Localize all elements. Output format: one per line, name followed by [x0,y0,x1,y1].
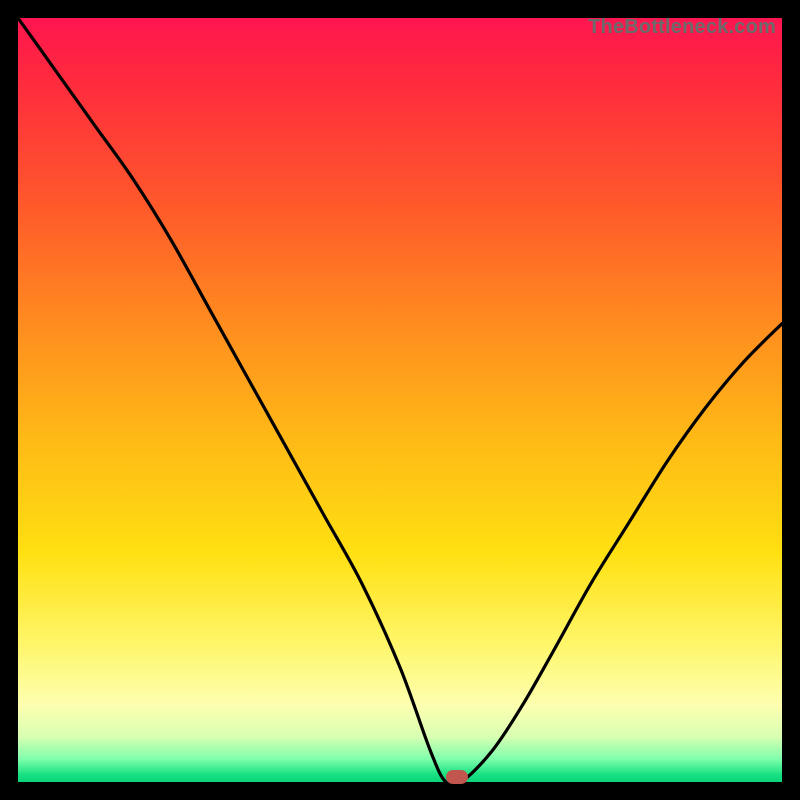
watermark-label: TheBottleneck.com [588,16,776,39]
chart-frame: TheBottleneck.com [18,18,782,782]
plot-area [18,18,782,782]
bottleneck-curve [18,18,782,782]
optimal-point-marker [446,770,468,784]
